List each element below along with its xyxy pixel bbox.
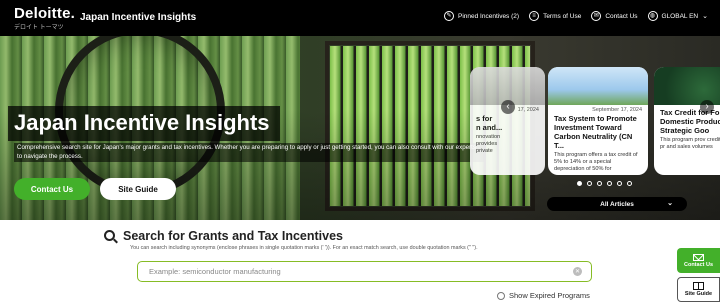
- article-card-image: [654, 67, 720, 105]
- terms-label: Terms of Use: [543, 12, 582, 20]
- show-expired-label: Show Expired Programs: [509, 291, 590, 300]
- logo-wordmark: Deloitte.: [14, 5, 75, 22]
- article-card-title: Tax System to Promote Investment Toward …: [554, 114, 637, 150]
- side-guide-label: Site Guide: [684, 291, 713, 297]
- carousel-dot[interactable]: [617, 181, 622, 186]
- article-card-image: [548, 67, 648, 105]
- carousel-dot[interactable]: [577, 181, 582, 186]
- terms-of-use-link[interactable]: ≡ Terms of Use: [529, 11, 581, 21]
- envelope-icon: [693, 253, 704, 261]
- show-expired-toggle[interactable]: Show Expired Programs: [497, 291, 590, 300]
- clear-icon[interactable]: ✕: [573, 267, 582, 276]
- search-field[interactable]: ✕: [137, 261, 592, 282]
- search-hint: You can search including synonyms (enclo…: [130, 245, 478, 251]
- article-card-text: This program prov credits based on pr an…: [660, 137, 720, 150]
- top-header: Deloitte. デロイト トーマツ Japan Incentive Insi…: [0, 0, 720, 36]
- book-icon: [693, 282, 704, 290]
- article-card-text: nnovation provides private: [476, 134, 501, 154]
- side-contact-button[interactable]: Contact Us: [677, 248, 720, 273]
- all-articles-dropdown[interactable]: All Articles ⌄: [547, 197, 687, 211]
- search-heading: Search for Grants and Tax Incentives: [104, 229, 343, 243]
- search-icon: [104, 229, 118, 243]
- side-contact-label: Contact Us: [683, 261, 714, 268]
- carousel-next-icon[interactable]: ›: [700, 100, 714, 114]
- globe-icon: ◍: [647, 11, 658, 21]
- search-title: Search for Grants and Tax Incentives: [123, 229, 343, 243]
- carousel-prev-icon[interactable]: ‹: [501, 100, 515, 114]
- chevron-down-icon: ⌄: [702, 13, 708, 20]
- language-label: GLOBAL EN: [661, 12, 699, 20]
- carousel-dot[interactable]: [627, 181, 632, 186]
- pin-icon: ✎: [444, 11, 454, 21]
- logo-subtitle: デロイト トーマツ: [14, 25, 64, 31]
- article-card[interactable]: September 17, 2024 Tax System to Promote…: [548, 67, 648, 175]
- chevron-down-icon: ⌄: [667, 200, 673, 207]
- top-nav: ✎ Pinned Incentives (2) ≡ Terms of Use ✉…: [444, 11, 708, 21]
- contact-us-link[interactable]: ✉ Contact Us: [591, 11, 638, 21]
- radio-button[interactable]: [497, 291, 505, 300]
- article-card-title: s for n and...: [476, 114, 503, 132]
- carousel-dot[interactable]: [587, 181, 592, 186]
- site-title[interactable]: Japan Incentive Insights: [80, 12, 196, 23]
- language-selector[interactable]: ◍ GLOBAL EN ⌄: [647, 11, 708, 21]
- hero-contact-button[interactable]: Contact Us: [14, 178, 90, 200]
- carousel-pagination: [577, 181, 632, 186]
- deloitte-logo[interactable]: Deloitte. デロイト トーマツ: [14, 5, 75, 31]
- side-site-guide-button[interactable]: Site Guide: [677, 277, 720, 302]
- pinned-incentives-link[interactable]: ✎ Pinned Incentives (2): [444, 11, 519, 21]
- search-input[interactable]: [149, 267, 569, 276]
- carousel-dot[interactable]: [597, 181, 602, 186]
- article-card-date: September 17, 2024: [592, 107, 642, 113]
- document-icon: ≡: [529, 11, 540, 21]
- hero-title-box: Japan Incentive Insights: [8, 106, 280, 141]
- article-carousel: 17, 2024 s for n and... nnovation provid…: [470, 67, 720, 175]
- pinned-label: Pinned Incentives (2): [458, 12, 520, 20]
- article-card[interactable]: Tax Credit for Fo Domestic Produc the St…: [654, 67, 720, 175]
- article-card-text: This program offers a tax credit of 5% t…: [554, 152, 638, 172]
- hero-title: Japan Incentive Insights: [14, 110, 270, 135]
- carousel-dot[interactable]: [607, 181, 612, 186]
- article-card[interactable]: 17, 2024 s for n and... nnovation provid…: [470, 67, 545, 175]
- hero-site-guide-button[interactable]: Site Guide: [100, 178, 176, 200]
- contact-label: Contact Us: [605, 12, 638, 20]
- mail-icon: ✉: [591, 11, 602, 21]
- hero-description: Comprehensive search site for Japan's ma…: [14, 143, 484, 162]
- all-articles-label: All Articles: [600, 200, 634, 208]
